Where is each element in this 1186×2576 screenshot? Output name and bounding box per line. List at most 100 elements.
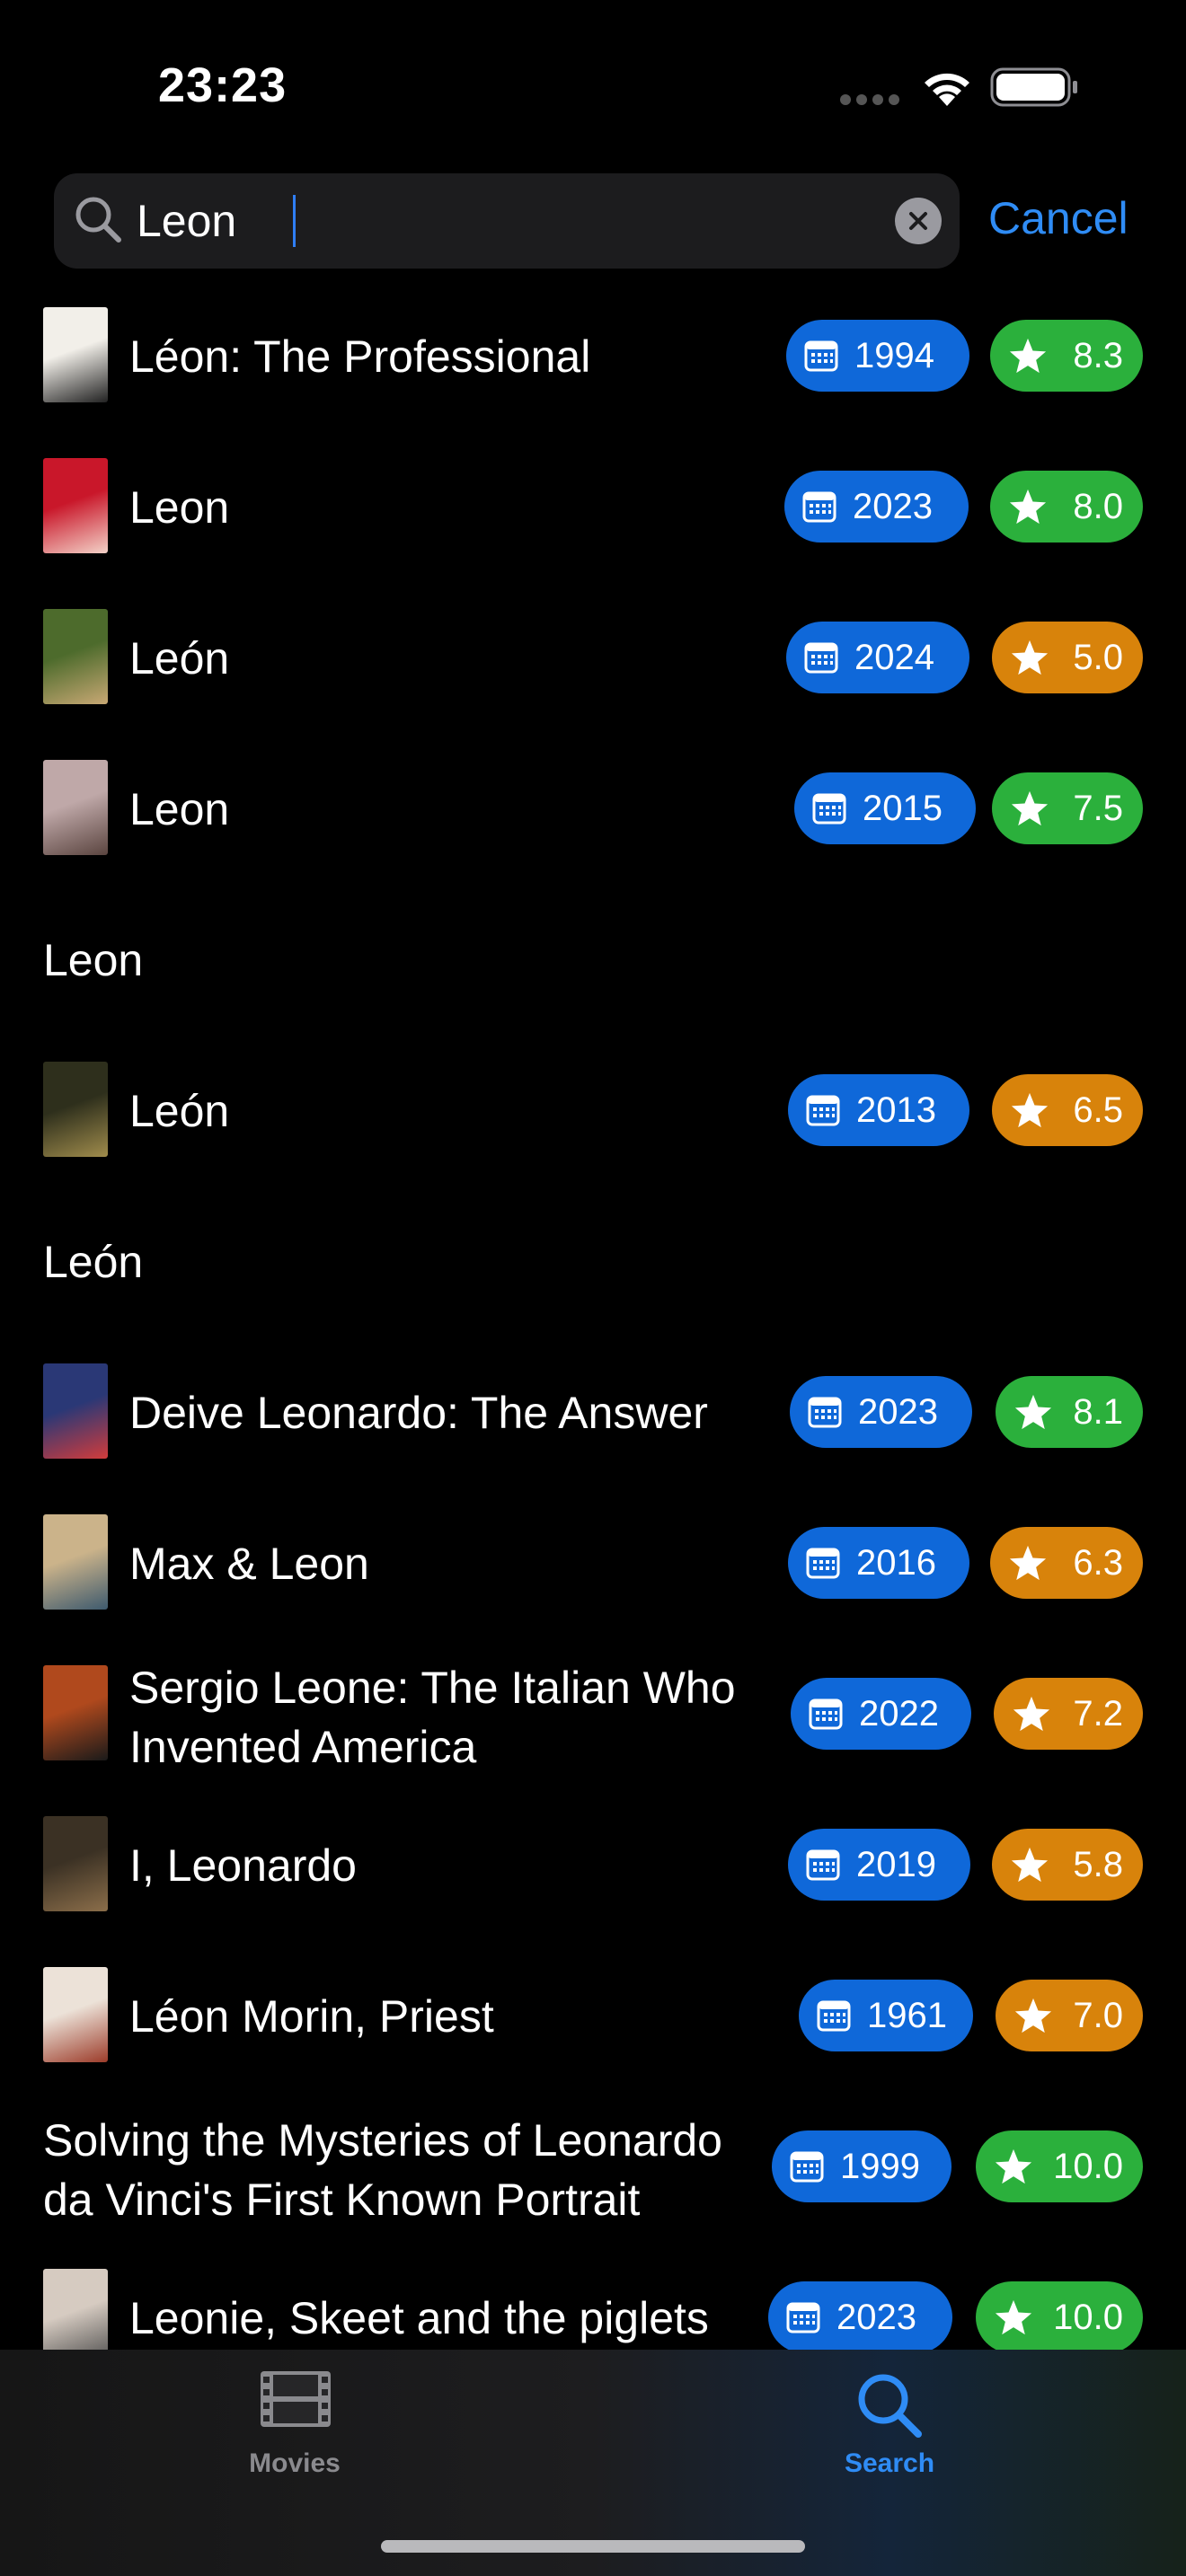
- poster-leon-2023: [43, 458, 108, 553]
- poster-leon-2024: [43, 609, 108, 704]
- tab-bar: Movies Search: [0, 2350, 1186, 2576]
- movie-title: Léon Morin, Priest: [129, 1991, 494, 2042]
- rating-text: 10.0: [1053, 2146, 1123, 2186]
- calendar-icon: [808, 1397, 842, 1428]
- calendar-icon: [786, 2302, 820, 2333]
- tab-search[interactable]: Search: [755, 2350, 1024, 2529]
- rating-text: 7.2: [1073, 1693, 1123, 1734]
- poster-leon-2013: [43, 1062, 108, 1157]
- cancel-button[interactable]: Cancel: [988, 192, 1128, 244]
- year-text: 2015: [863, 788, 943, 828]
- rating-text: 6.3: [1073, 1542, 1123, 1583]
- star-icon: [1014, 1394, 1052, 1430]
- year-text: 2019: [856, 1844, 936, 1884]
- rating-text: 7.0: [1073, 1995, 1123, 2035]
- movie-title: Léon: The Professional: [129, 331, 591, 382]
- star-icon: [1009, 338, 1047, 374]
- search-icon: [858, 2374, 922, 2438]
- star-icon: [1011, 790, 1049, 826]
- rating-badge: 10.0: [976, 2130, 1143, 2202]
- wifi-icon: [925, 73, 969, 106]
- year-badge: 1999: [772, 2130, 951, 2202]
- tab-movies-label: Movies: [249, 2448, 341, 2478]
- tab-search-label: Search: [844, 2448, 935, 2478]
- star-icon: [1011, 640, 1049, 675]
- rating-badge: 8.3: [990, 320, 1143, 392]
- year-badge: 2023: [768, 2281, 952, 2353]
- year-text: 2016: [856, 1542, 936, 1583]
- rating-badge: 7.0: [996, 1980, 1143, 2051]
- star-icon: [995, 2299, 1032, 2335]
- poster-leon-morin: [43, 1967, 108, 2062]
- movie-title: Leon: [129, 482, 230, 533]
- year-text: 2023: [853, 486, 933, 526]
- year-text: 2013: [856, 1090, 936, 1130]
- movie-title: Leonie, Skeet and the piglets: [129, 2293, 709, 2343]
- year-text: 1999: [840, 2146, 920, 2186]
- rating-text: 8.1: [1073, 1391, 1123, 1432]
- rating-badge: 8.1: [996, 1376, 1143, 1448]
- movie-title: Sergio Leone: The Italian Who Invented A…: [129, 1663, 736, 1772]
- rating-text: 6.5: [1073, 1090, 1123, 1130]
- calendar-icon: [790, 2151, 824, 2183]
- calendar-icon: [812, 793, 846, 825]
- rating-badge: 8.0: [990, 471, 1143, 543]
- movie-title: León: [43, 1237, 144, 1287]
- tab-movies[interactable]: Movies: [160, 2350, 429, 2529]
- search-bar[interactable]: [54, 173, 960, 269]
- year-badge: 2019: [788, 1829, 970, 1901]
- movie-title: Deive Leonardo: The Answer: [129, 1388, 708, 1438]
- calendar-icon: [802, 491, 836, 523]
- poster-max-leon: [43, 1514, 108, 1610]
- year-text: 2022: [859, 1693, 939, 1734]
- year-badge: 2013: [788, 1074, 969, 1146]
- year-badge: 1994: [786, 320, 969, 392]
- rating-badge: 5.8: [992, 1829, 1143, 1901]
- home-indicator: [381, 2540, 805, 2553]
- star-icon: [1014, 1998, 1052, 2033]
- rating-text: 8.3: [1073, 335, 1123, 375]
- star-icon: [1011, 1847, 1049, 1883]
- rating-text: 5.0: [1073, 637, 1123, 677]
- year-text: 1961: [867, 1995, 947, 2035]
- movie-title: Leon: [43, 935, 144, 985]
- movie-title: León: [129, 633, 230, 684]
- movie-title: Solving the Mysteries of Leonardo da Vin…: [43, 2115, 722, 2225]
- rating-badge: 5.0: [992, 622, 1143, 693]
- poster-sergio-leone: [43, 1665, 108, 1760]
- year-text: 2024: [854, 637, 934, 677]
- year-badge: 2023: [790, 1376, 972, 1448]
- movie-title: I, Leonardo: [129, 1840, 357, 1891]
- clear-search-button[interactable]: [895, 198, 942, 244]
- star-icon: [995, 2148, 1032, 2184]
- star-icon: [1009, 1545, 1047, 1581]
- rating-badge: 10.0: [976, 2281, 1143, 2353]
- battery-icon: [990, 67, 1077, 107]
- calendar-icon: [806, 1849, 840, 1881]
- search-input[interactable]: [137, 190, 927, 252]
- year-text: 1994: [854, 335, 934, 375]
- rating-badge: 6.3: [990, 1527, 1143, 1599]
- poster-leon-2015: [43, 760, 108, 855]
- calendar-icon: [804, 642, 838, 674]
- star-icon: [1011, 1092, 1049, 1128]
- status-time: 23:23: [158, 58, 288, 112]
- rating-text: 8.0: [1073, 486, 1123, 526]
- film-icon: [261, 2371, 331, 2427]
- calendar-icon: [804, 340, 838, 372]
- magnifier-icon: [75, 197, 121, 243]
- rating-badge: 6.5: [992, 1074, 1143, 1146]
- status-bar: 23:23: [0, 0, 1186, 171]
- year-badge: 1961: [799, 1980, 973, 2051]
- star-icon: [1009, 489, 1047, 525]
- calendar-icon: [817, 2000, 851, 2032]
- calendar-icon: [809, 1698, 843, 1730]
- year-text: 2023: [836, 2297, 916, 2337]
- year-badge: 2016: [788, 1527, 969, 1599]
- rating-text: 5.8: [1073, 1844, 1123, 1884]
- rating-badge: 7.2: [994, 1678, 1143, 1750]
- poster-deive-leonardo: [43, 1363, 108, 1459]
- close-icon: [909, 212, 927, 230]
- calendar-icon: [806, 1548, 840, 1579]
- poster-i-leonardo: [43, 1816, 108, 1911]
